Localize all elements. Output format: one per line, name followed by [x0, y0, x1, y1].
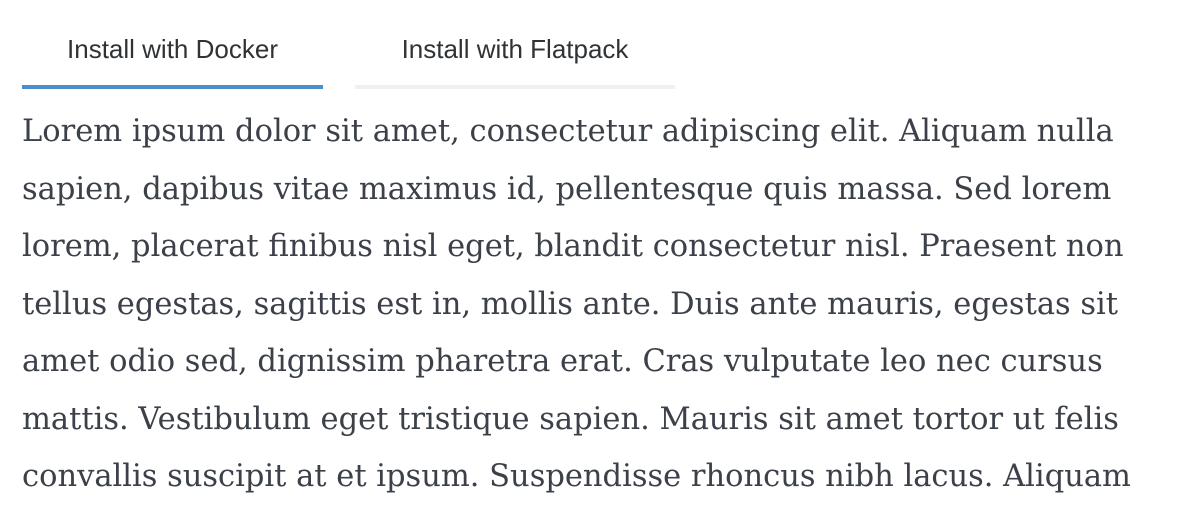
paragraph-line: convallis suscipit at et ipsum. Suspendi… [22, 459, 1131, 494]
tab-panel-content: Lorem ipsum dolor sit amet, consectetur … [22, 103, 1172, 506]
paragraph-line: lorem, placerat finibus nisl eget, bland… [22, 229, 1124, 264]
paragraph-line: mattis. Vestibulum eget tristique sapien… [22, 401, 1119, 437]
paragraph-line: sapien, dapibus vitae maximus id, pellen… [22, 171, 1112, 207]
paragraph-line: Lorem ipsum dolor sit amet, consectetur … [22, 114, 1114, 149]
tab-install-with-docker-label: Install with Docker [67, 34, 278, 64]
install-tabs: Install with Docker Install with Flatpac… [22, 20, 675, 89]
tab-install-with-flatpack[interactable]: Install with Flatpack [355, 20, 675, 89]
paragraph-line: amet odio sed, dignissim pharetra erat. … [22, 344, 1103, 379]
tab-install-with-docker[interactable]: Install with Docker [22, 20, 323, 89]
tab-install-with-flatpack-label: Install with Flatpack [401, 34, 629, 64]
paragraph-line: tellus egestas, sagittis est in, mollis … [22, 286, 1119, 322]
